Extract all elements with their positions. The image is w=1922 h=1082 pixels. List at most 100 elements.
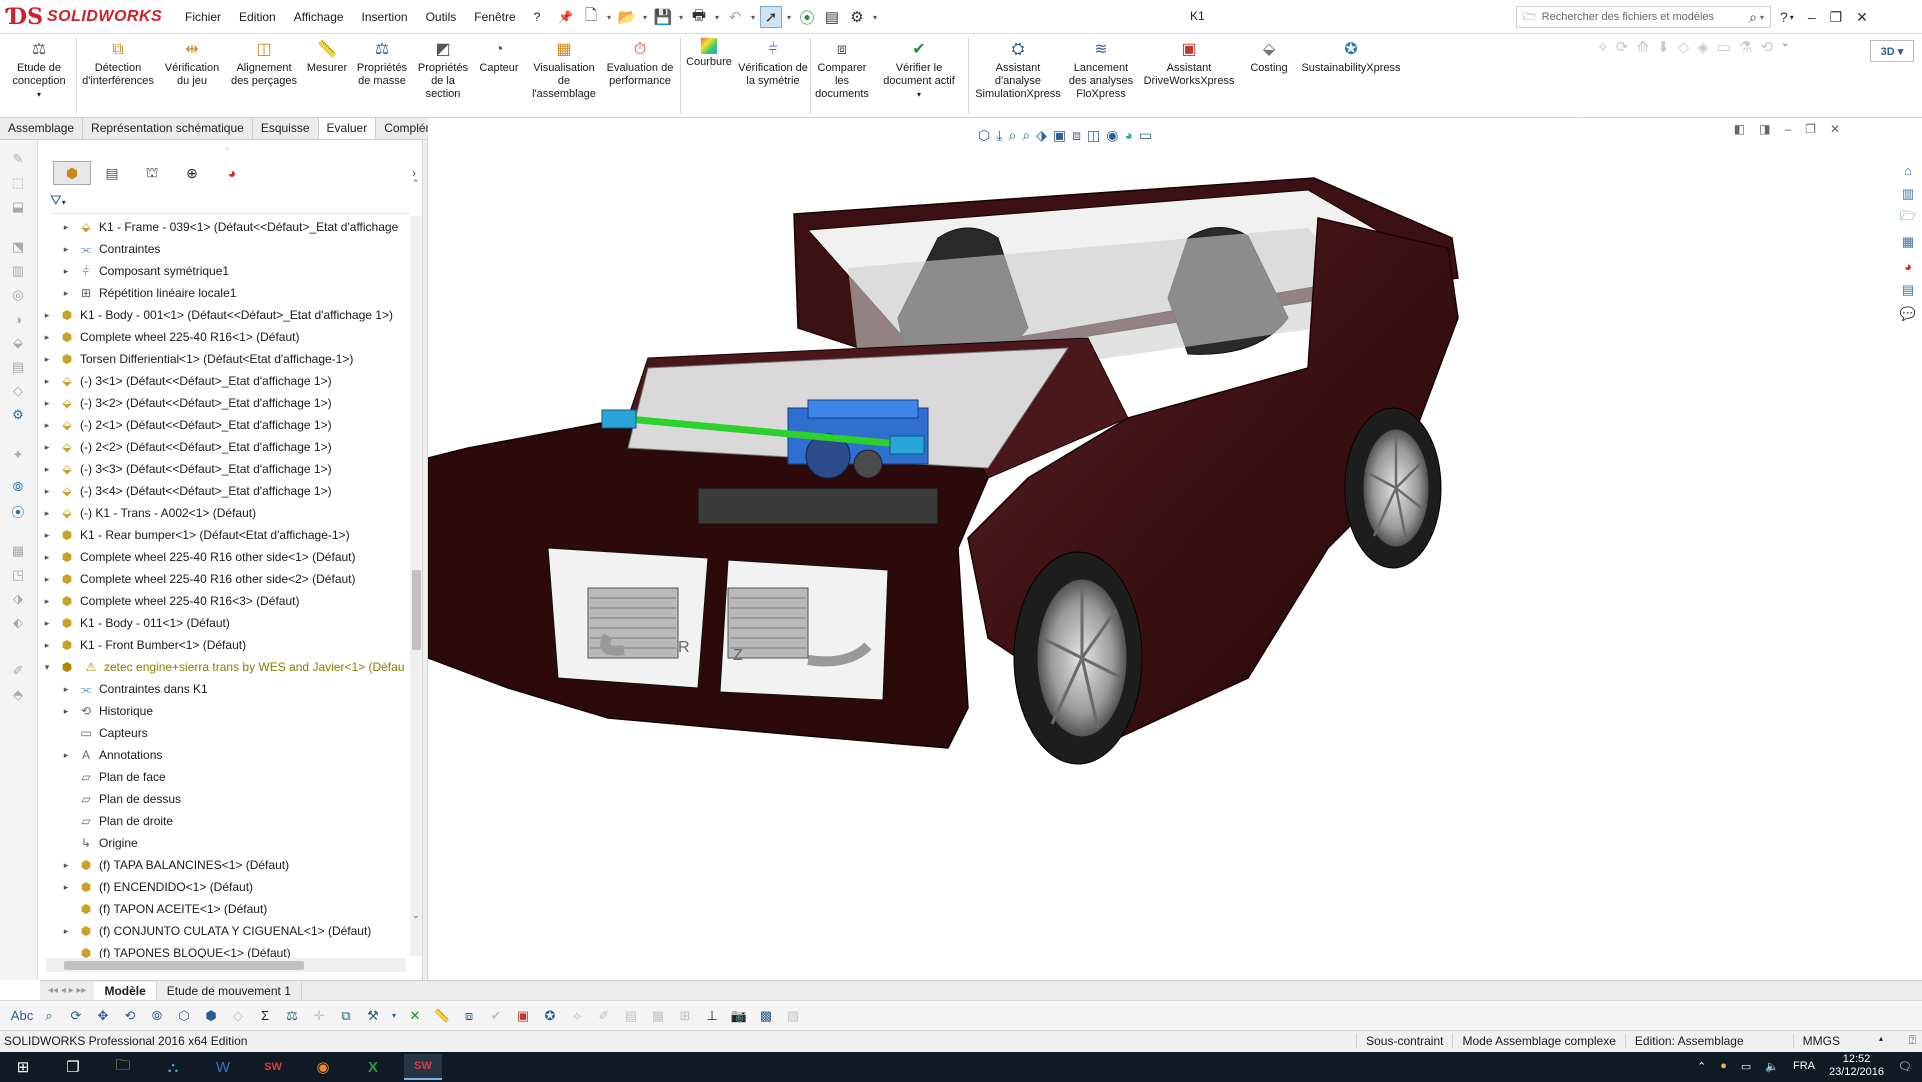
tools-icon[interactable]: ⚒: [363, 1006, 383, 1026]
undo-dropdown-icon[interactable]: ▾: [749, 13, 757, 22]
expand-arrow-icon[interactable]: ▸: [61, 706, 71, 717]
firefox-icon[interactable]: ◉: [304, 1054, 342, 1080]
tree-item[interactable]: ▸ ⫘ Contraintes: [40, 238, 412, 260]
expand-arrow-icon[interactable]: ▸: [42, 420, 52, 431]
select-dropdown-icon[interactable]: ▾: [785, 13, 793, 22]
rotate-icon[interactable]: ⟳: [66, 1006, 86, 1026]
tree-horizontal-scroll-thumb[interactable]: [64, 961, 304, 970]
driveworksxpress-button[interactable]: ▣ Assistant DriveWorksXpress: [1138, 38, 1240, 114]
design-library-icon[interactable]: ▥: [1897, 184, 1919, 204]
tree-item[interactable]: ▸ ⬙ (-) 2<1> (Défaut<<Défaut>_Etat d'affic…: [40, 414, 412, 436]
tree-item[interactable]: ▸ ⊞ Répétition linéaire locale1: [40, 282, 412, 304]
help-button[interactable]: ?: [1780, 9, 1788, 25]
strip-tool-20-icon[interactable]: ⬘: [6, 684, 30, 706]
expand-arrow-icon[interactable]: ▸: [42, 508, 52, 519]
assembly-visualization-button[interactable]: ▦ Visualisation de l'assemblage: [526, 38, 602, 114]
tools-dropdown-icon[interactable]: ▾: [390, 1006, 398, 1026]
new-document-icon[interactable]: 🗋: [580, 6, 602, 28]
tree-filter-icon[interactable]: ⛛▾: [50, 192, 410, 214]
search-box[interactable]: 🗁 Rechercher des fichiers et modèles ⌕ ▾: [1516, 6, 1771, 28]
excel-icon[interactable]: X: [354, 1054, 392, 1080]
3d-view-toggle-icon[interactable]: 3D ▾: [1870, 40, 1914, 62]
search-icon[interactable]: ⌕: [1749, 9, 1757, 26]
strip-tool-8-icon[interactable]: ⬙: [6, 332, 30, 354]
tab-navigation-arrows[interactable]: ◂◂ ◂ ▸ ▸▸: [40, 985, 94, 996]
section-properties-button[interactable]: ◩ Propriétés de la section: [414, 38, 472, 114]
simulationxpress-button[interactable]: ⛭ Assistant d'analyse SimulationXpress: [972, 38, 1064, 114]
performance-evaluation-button[interactable]: ⏱ Evaluation de performance: [604, 38, 676, 114]
expand-arrow-icon[interactable]: ▸: [61, 266, 71, 277]
search-dropdown-icon[interactable]: ▾: [1760, 13, 1764, 22]
tree-item[interactable]: ▱ Plan de face: [40, 766, 412, 788]
forum-icon[interactable]: 💬: [1897, 304, 1919, 324]
graphics-area[interactable]: ⬡ ⤓ ⌕ ⌕ ⬗ ▣ ⧈ ◫ ◉ ◕ ▭ ◧ ◨ – ❐ ✕ R Z: [428, 118, 1922, 980]
volume-icon[interactable]: 🔈: [1765, 1060, 1779, 1073]
notifications-icon[interactable]: 🗨: [1898, 1060, 1912, 1073]
view-palette-icon[interactable]: ▦: [1897, 232, 1919, 252]
car-assembly-model[interactable]: R Z Y X Z: [428, 118, 1922, 980]
tree-item[interactable]: ▸ ⫘ Contraintes dans K1: [40, 678, 412, 700]
strip-tool-7-icon[interactable]: ◑: [6, 308, 30, 330]
solidworks-2016-icon[interactable]: SW: [254, 1054, 292, 1080]
expand-arrow-icon[interactable]: ▸: [42, 398, 52, 409]
expand-arrow-icon[interactable]: ▸: [42, 574, 52, 585]
dimetric-icon[interactable]: ◇: [228, 1006, 248, 1026]
custom-properties-icon[interactable]: ▤: [1897, 280, 1919, 300]
measure-button[interactable]: 📏 Mesurer: [302, 38, 352, 114]
tree-item[interactable]: ▸ ⟲ Historique: [40, 700, 412, 722]
expand-arrow-icon[interactable]: ▸: [42, 376, 52, 387]
appearances-icon[interactable]: ◕: [1897, 256, 1919, 276]
mass-properties-button[interactable]: ⚖ Propriétés de masse: [354, 38, 410, 114]
measure-small-icon[interactable]: 📏: [432, 1006, 452, 1026]
search-scope-icon[interactable]: 🗁: [1523, 8, 1537, 27]
tree-item[interactable]: ▸ ⬙ (-) 3<1> (Défaut<<Défaut>_Etat d'affic…: [40, 370, 412, 392]
design-study-button[interactable]: ⚖ Etude de conception ▾: [6, 38, 72, 114]
file-explorer-pane-icon[interactable]: 🗁: [1897, 208, 1919, 228]
expand-arrow-icon[interactable]: ▸: [42, 442, 52, 453]
sketch-icon[interactable]: ✛: [309, 1006, 329, 1026]
tree-item[interactable]: ▸ ⫩ Composant symétrique1: [40, 260, 412, 282]
interference-button[interactable]: ⧉ Détection d'interférences: [80, 38, 156, 114]
check-active-document-button[interactable]: ✔ Vérifier le document actif ▾: [872, 38, 966, 114]
scroll-down-icon[interactable]: ⌄: [412, 910, 420, 921]
sustainabilityxpress-button[interactable]: ✪ SustainabilityXpress: [1296, 38, 1406, 114]
tree-vertical-scroll-thumb[interactable]: [412, 570, 421, 650]
spelling-check-icon[interactable]: Abc: [11, 1006, 33, 1026]
tab-assemblage[interactable]: Assemblage: [0, 118, 84, 139]
menu-edition[interactable]: Edition: [230, 10, 285, 24]
pin-icon[interactable]: 📌: [549, 10, 582, 24]
costing-button[interactable]: ⬙ Costing: [1244, 38, 1294, 114]
solidworks-2016-active-icon[interactable]: SW: [404, 1054, 442, 1080]
floxpress-button[interactable]: ≋ Lancement des analyses FloXpress: [1066, 38, 1136, 114]
check-document-dropdown-icon[interactable]: ▾: [917, 88, 921, 101]
print-icon[interactable]: 🖶: [688, 6, 710, 28]
strip-tool-17-icon[interactable]: ⬗: [6, 588, 30, 610]
tree-item[interactable]: ▸ ⬙ K1 - Frame - 039<1> (Défaut<<Défaut>_E…: [40, 216, 412, 238]
design-study-dropdown-icon[interactable]: ▾: [37, 88, 41, 101]
strip-tool-13-icon[interactable]: ⦾: [6, 476, 30, 498]
strip-tool-18-icon[interactable]: ⬖: [6, 612, 30, 634]
task-view-icon[interactable]: ❐: [54, 1054, 92, 1080]
language-indicator[interactable]: FRA: [1793, 1060, 1815, 1072]
roll-icon[interactable]: ⟲: [120, 1006, 140, 1026]
menu-outils[interactable]: Outils: [417, 10, 466, 24]
tab-evaluer[interactable]: Evaluer: [318, 118, 377, 139]
expand-arrow-icon[interactable]: ▸: [42, 332, 52, 343]
tree-item[interactable]: ▸ ⬢ (f) CONJUNTO CULATA Y CIGUENAL<1> (Déf…: [40, 920, 412, 942]
normal-to-icon[interactable]: ⦾: [147, 1006, 167, 1026]
tree-item[interactable]: ▸ ⬙ (-) 3<3> (Défaut<<Défaut>_Etat d'affic…: [40, 458, 412, 480]
expand-arrow-icon[interactable]: ▸: [61, 684, 71, 695]
expand-arrow-icon[interactable]: ▸: [42, 618, 52, 629]
displaymanager-icon[interactable]: ◕: [213, 161, 251, 185]
expand-arrow-icon[interactable]: ▸: [42, 354, 52, 365]
strip-tool-1-icon[interactable]: ✎: [6, 148, 30, 170]
zoom-icon[interactable]: ⌕: [39, 1006, 59, 1026]
expand-arrow-icon[interactable]: ▸: [61, 750, 71, 761]
options-dropdown-icon[interactable]: ▾: [871, 13, 879, 22]
tree-item[interactable]: ▸ ⬙ (-) K1 - Trans - A002<1> (Défaut): [40, 502, 412, 524]
driveworks-small-icon[interactable]: ▣: [513, 1006, 533, 1026]
file-explorer-icon[interactable]: 🗀: [104, 1054, 142, 1080]
tree-item[interactable]: ▸ ⬙ (-) 2<2> (Défaut<<Défaut>_Etat d'affic…: [40, 436, 412, 458]
word-icon[interactable]: W: [204, 1054, 242, 1080]
options-gear-icon[interactable]: ⚙: [846, 6, 868, 28]
